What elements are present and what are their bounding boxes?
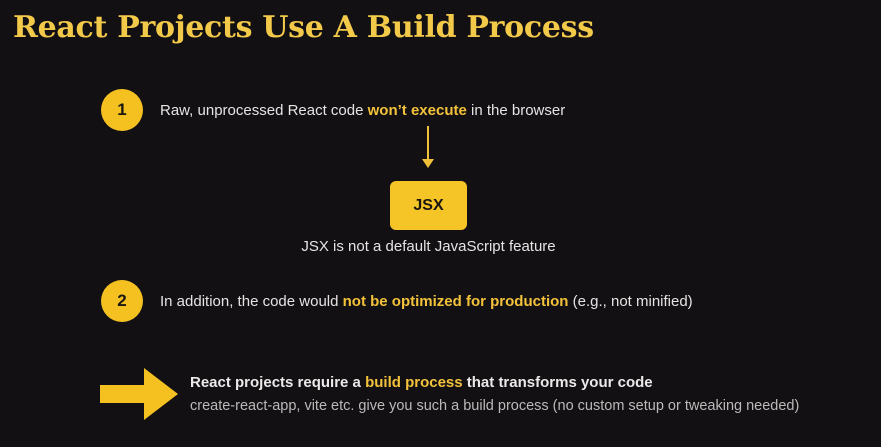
step-2-text-after: (e.g., not minified) — [568, 293, 693, 310]
slide: React Projects Use A Build Process 1 Raw… — [0, 0, 881, 447]
step-2-text: In addition, the code would not be optim… — [160, 293, 693, 310]
summary-main-before: React projects require a — [190, 374, 366, 391]
step-2-text-before: In addition, the code would — [160, 293, 343, 310]
step-1-highlight: won’t execute — [367, 102, 467, 119]
step-1-badge: 1 — [101, 89, 143, 131]
step-1-text: Raw, unprocessed React code won’t execut… — [160, 102, 565, 119]
step-1-text-after: in the browser — [466, 102, 566, 119]
step-2-highlight: not be optimized for production — [342, 293, 569, 310]
summary-main-after: that transforms your code — [462, 374, 653, 391]
down-arrow-icon — [422, 126, 434, 168]
summary-sub: create-react-app, vite etc. give you suc… — [190, 398, 800, 414]
step-2-badge: 2 — [101, 280, 143, 322]
step-1-text-before: Raw, unprocessed React code — [160, 102, 368, 119]
jsx-box: JSX — [390, 181, 467, 230]
summary-main: React projects require a build process t… — [190, 374, 653, 391]
right-arrow-icon — [100, 368, 178, 420]
summary-highlight: build process — [365, 374, 463, 391]
slide-title: React Projects Use A Build Process — [13, 10, 594, 45]
jsx-caption: JSX is not a default JavaScript feature — [301, 238, 556, 255]
